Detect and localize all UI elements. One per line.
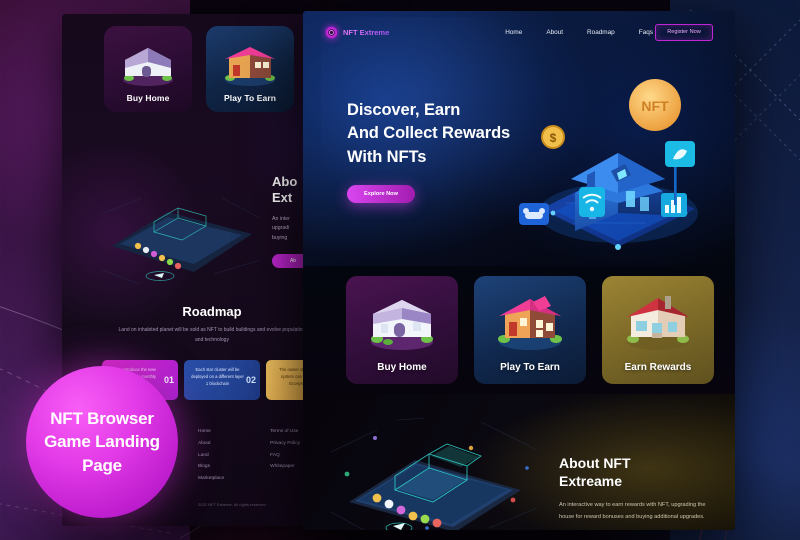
brand-name: NFT Extreme <box>343 27 390 37</box>
bg-roadmap-card-number: 02 <box>245 375 256 385</box>
bg-roadmap-card-number: 01 <box>163 375 174 385</box>
bg-roadmap-card-02[interactable]: Each star cluster will be deployed on a … <box>184 360 260 400</box>
feature-cards-band: Buy Home Play To Earn Earn Rewards <box>303 266 735 394</box>
red-roof-house-illustration <box>627 296 689 350</box>
card-buy-home[interactable]: Buy Home <box>346 276 458 384</box>
bg-card-play-to-earn[interactable]: Play To Earn <box>206 26 294 112</box>
dollar-coin-label: $ <box>550 131 557 145</box>
hero-copy: Discover, Earn And Collect Rewards With … <box>347 99 537 204</box>
white-house-illustration <box>371 300 433 350</box>
page-title-badge: NFT Browser Game Landing Page <box>26 366 178 518</box>
bg-roadmap-subtitle: Land on inhabited planet will be sold as… <box>118 327 306 343</box>
feature-cards: Buy Home Play To Earn Earn Rewards <box>346 276 714 384</box>
screenshot-stage: Buy Home Play To Earn Abo Ext An inter u… <box>0 0 800 540</box>
bg-footer-link[interactable]: Home <box>198 426 224 438</box>
card-label: Buy Home <box>377 362 427 373</box>
card-earn-rewards[interactable]: Earn Rewards <box>602 276 714 384</box>
bg-footer-link[interactable]: FAQ <box>270 450 300 462</box>
bg-footer-link[interactable]: Land <box>198 450 224 462</box>
hero-section: NFT Extreme Home About Roadmap Faqs Regi… <box>303 11 735 266</box>
hero-nft-house-illustration: NFT $ <box>519 79 698 250</box>
bg-card-buy-home[interactable]: Buy Home <box>104 26 192 112</box>
bg-footer-link[interactable]: Blogs <box>198 461 224 473</box>
register-now-button[interactable]: Register Now <box>655 23 713 41</box>
bg-footer-link[interactable]: About <box>198 438 224 450</box>
nft-coin-label: NFT <box>641 98 669 114</box>
nav-links: Home About Roadmap Faqs <box>505 29 653 36</box>
about-body: An interactive way to earn rewards with … <box>559 502 706 520</box>
card-play-to-earn[interactable]: Play To Earn <box>474 276 586 384</box>
bg-tablet-illustration <box>102 197 261 284</box>
hero-headline: Discover, Earn And Collect Rewards With … <box>347 101 511 166</box>
about-copy: About NFT Extreame An interactive way to… <box>559 454 709 523</box>
main-landing-page: NFT Extreme Home About Roadmap Faqs Regi… <box>303 11 735 530</box>
about-section: About NFT Extreame An interactive way to… <box>303 394 735 530</box>
brand-logo[interactable]: NFT Extreme <box>325 25 390 39</box>
bg-feature-cards: Buy Home Play To Earn <box>104 26 294 112</box>
bg-footer-column-2: Terms of Use Privacy Policy FAQ Whitepap… <box>270 426 300 485</box>
pink-roof-house-icon <box>225 47 275 86</box>
navbar: NFT Extreme Home About Roadmap Faqs Regi… <box>303 11 735 53</box>
explore-now-button[interactable]: Explore Now <box>347 185 415 204</box>
bg-card-label: Buy Home <box>126 93 170 103</box>
bg-footer-link[interactable]: Privacy Policy <box>270 438 300 450</box>
bg-footer-link[interactable]: Whitepaper <box>270 461 300 473</box>
bg-footer-column-1: Home About Land Blogs Marketplace <box>198 426 224 485</box>
bg-roadmap-card-text: Each star cluster will be deployed on a … <box>191 367 244 386</box>
white-house-icon <box>123 48 173 86</box>
nav-item-home[interactable]: Home <box>505 29 522 36</box>
bg-footer: Home About Land Blogs Marketplace Terms … <box>198 426 300 485</box>
nav-item-about[interactable]: About <box>546 29 563 36</box>
bg-card-label: Play To Earn <box>223 93 277 103</box>
pink-roof-house-illustration <box>498 296 562 350</box>
bg-footer-copyright: 2022 NFT Extreme. All rights reserved <box>198 502 266 507</box>
card-label: Earn Rewards <box>624 362 692 373</box>
bg-footer-link[interactable]: Terms of Use <box>270 426 300 438</box>
about-title: About NFT Extreame <box>559 455 631 490</box>
nav-item-faqs[interactable]: Faqs <box>639 29 653 36</box>
about-tablet-illustration <box>331 417 538 530</box>
nav-item-roadmap[interactable]: Roadmap <box>587 29 615 36</box>
bg-footer-link[interactable]: Marketplace <box>198 473 224 485</box>
card-label: Play To Earn <box>500 362 560 373</box>
badge-text: NFT Browser Game Landing Page <box>44 409 160 475</box>
logo-mark-icon <box>325 25 338 39</box>
